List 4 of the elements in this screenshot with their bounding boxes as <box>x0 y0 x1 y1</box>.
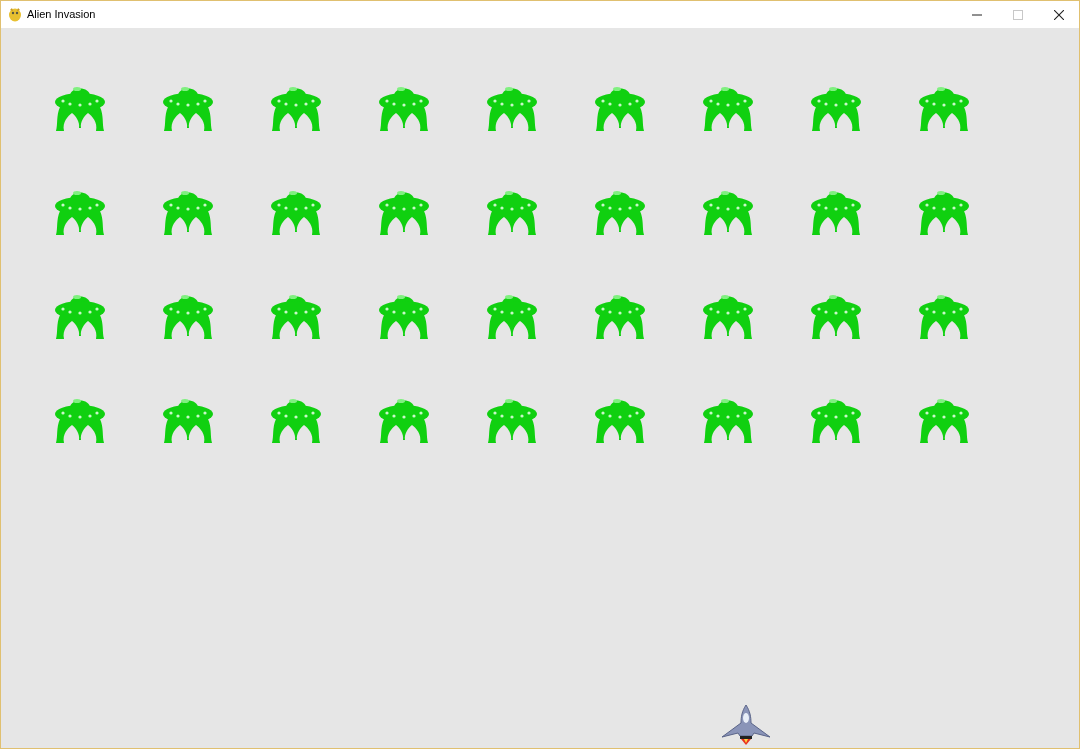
close-icon <box>1053 9 1064 20</box>
window-title: Alien Invasion <box>27 7 96 23</box>
app-icon <box>8 7 22 22</box>
maximize-icon <box>1012 9 1023 20</box>
